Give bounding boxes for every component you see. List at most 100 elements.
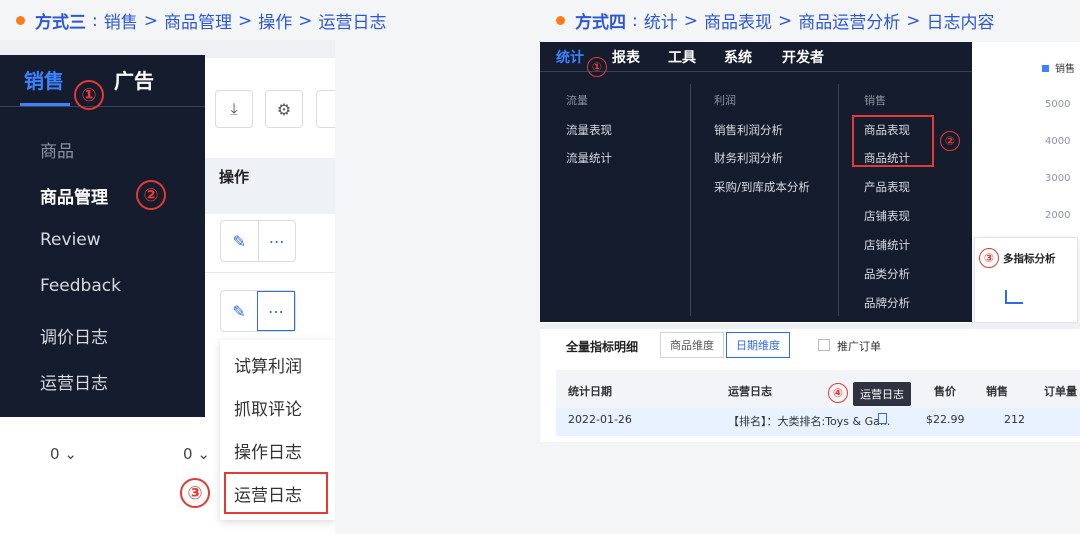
value-cell: 0 ⌄ bbox=[50, 445, 77, 463]
chevron-down-icon[interactable]: ⌄ bbox=[64, 445, 77, 463]
y-tick: 3000 bbox=[1045, 173, 1071, 184]
menu-link[interactable]: 品类分析 bbox=[864, 266, 910, 282]
method-label: 方式三 bbox=[35, 13, 86, 33]
column-title: 流量 bbox=[566, 94, 588, 107]
row-divider bbox=[205, 272, 335, 273]
zero-value: 0 bbox=[183, 445, 193, 463]
toolbar-button[interactable] bbox=[316, 90, 335, 128]
left-method-heading: 方式三: 销售 > 商品管理 > 操作 > 运营日志 bbox=[16, 8, 386, 33]
path-separator: > bbox=[143, 10, 158, 31]
colon: : bbox=[92, 10, 98, 31]
y-tick: 2000 bbox=[1045, 210, 1071, 221]
step-marker-1: ① bbox=[74, 80, 104, 110]
menu-link[interactable]: 店铺统计 bbox=[864, 237, 910, 253]
left-screenshot: ⤓ ⚙ 操作 ✎ ⋯ ✎ ⋯ 0 ⌄ 0 ⌄ 销售 广告 商品 商品管理 Revie… bbox=[0, 40, 335, 534]
path-step: 销售 bbox=[103, 13, 138, 33]
menu-link[interactable]: 流量统计 bbox=[566, 150, 612, 166]
y-tick: 5000 bbox=[1045, 99, 1071, 110]
menu-link[interactable]: 流量表现 bbox=[566, 122, 612, 138]
tab-sales[interactable]: 销售 bbox=[24, 65, 64, 94]
download-icon[interactable]: ⤓ bbox=[215, 90, 253, 128]
menu-link[interactable]: 店铺表现 bbox=[864, 208, 910, 224]
path-separator: > bbox=[237, 10, 253, 31]
col-price[interactable]: 售价 bbox=[934, 383, 956, 399]
path-step: 商品表现 bbox=[703, 13, 772, 33]
edit-icon[interactable]: ✎ bbox=[221, 221, 258, 261]
menu-link[interactable]: 采购/到库成本分析 bbox=[714, 179, 810, 195]
right-screenshot: 5000 4000 3000 2000 销售 统计 报表 工具 系统 开发者 流… bbox=[540, 42, 1080, 442]
col-sales[interactable]: 销售 bbox=[986, 383, 1008, 399]
step-marker-4: ④ bbox=[828, 383, 848, 403]
menu-item-price-log[interactable]: 调价日志 bbox=[40, 323, 108, 348]
menu-item-product-management[interactable]: 商品管理 bbox=[40, 183, 108, 208]
col-orders[interactable]: 订单量 bbox=[1044, 383, 1077, 399]
menu-item-feedback[interactable]: Feedback bbox=[40, 276, 121, 296]
menu-link[interactable]: 销售利润分析 bbox=[714, 122, 783, 138]
menu-link[interactable]: 产品表现 bbox=[864, 179, 910, 195]
nav-developer[interactable]: 开发者 bbox=[782, 47, 824, 67]
promo-checkbox-label: 推广订单 bbox=[837, 340, 881, 353]
nav-system[interactable]: 系统 bbox=[724, 47, 752, 67]
path-separator: > bbox=[777, 10, 793, 31]
cell-sales: 212 bbox=[1004, 413, 1025, 426]
column-title: 利润 bbox=[714, 94, 736, 107]
sales-menu: 销售 广告 商品 商品管理 Review Feedback 调价日志 运营日志 bbox=[0, 55, 205, 417]
more-icon[interactable]: ⋯ bbox=[257, 221, 296, 261]
column-header-actions: 操作 bbox=[205, 158, 335, 214]
multi-metric-label[interactable]: 多指标分析 bbox=[1003, 251, 1056, 266]
path-separator: > bbox=[906, 10, 921, 31]
menu-link[interactable]: 财务利润分析 bbox=[714, 150, 783, 166]
bullet-dot-icon bbox=[556, 16, 565, 25]
edit-icon[interactable]: ✎ bbox=[221, 291, 257, 331]
path-separator: > bbox=[683, 10, 698, 31]
step-marker-3: ③ bbox=[180, 478, 210, 508]
path-step: 运营日志 bbox=[318, 13, 387, 33]
dropdown-item-op-log[interactable]: 操作日志 bbox=[234, 438, 302, 463]
nav-stats[interactable]: 统计 bbox=[556, 47, 584, 67]
legend-label: 销售 bbox=[1055, 64, 1075, 75]
log-doc-icon[interactable] bbox=[878, 413, 887, 424]
value-cell: 0 ⌄ bbox=[183, 445, 210, 463]
column-divider bbox=[690, 84, 691, 316]
y-tick: 4000 bbox=[1045, 136, 1071, 147]
step-marker-3: ③ bbox=[979, 248, 999, 268]
cell-price: $22.99 bbox=[926, 413, 965, 426]
chevron-down-icon[interactable]: ⌄ bbox=[197, 445, 210, 463]
nav-tools[interactable]: 工具 bbox=[668, 47, 696, 67]
col-ops-log: 运营日志 bbox=[728, 385, 772, 398]
dropdown-item-reviews[interactable]: 抓取评论 bbox=[234, 395, 302, 420]
path-separator: > bbox=[298, 10, 313, 31]
chart-legend: 销售 bbox=[1042, 60, 1075, 75]
segment-date[interactable]: 日期维度 bbox=[726, 332, 790, 358]
right-method-heading: 方式四: 统计 > 商品表现 > 商品运营分析 > 日志内容 bbox=[556, 8, 994, 33]
path-step: 日志内容 bbox=[926, 13, 995, 33]
section-divider bbox=[540, 323, 1080, 329]
stats-mega-menu: 统计 报表 工具 系统 开发者 流量 流量表现 流量统计 利润 销售利润分析 财… bbox=[540, 42, 972, 322]
line-chart-icon[interactable] bbox=[1005, 290, 1023, 304]
col-date[interactable]: 统计日期 bbox=[568, 383, 612, 399]
segment-product[interactable]: 商品维度 bbox=[660, 332, 724, 358]
path-step: 商品运营分析 bbox=[798, 13, 901, 33]
step-marker-2: ② bbox=[940, 131, 960, 151]
path-step: 统计 bbox=[643, 13, 678, 33]
gear-icon[interactable]: ⚙ bbox=[265, 90, 303, 128]
highlight-box bbox=[224, 472, 328, 514]
multi-metric-popup: ③ 多指标分析 bbox=[974, 237, 1078, 323]
nav-reports[interactable]: 报表 bbox=[612, 47, 640, 67]
ops-log-tooltip: 运营日志 bbox=[853, 382, 911, 406]
colon: : bbox=[632, 10, 638, 31]
column-divider bbox=[838, 84, 839, 316]
menu-item-ops-log[interactable]: 运营日志 bbox=[40, 369, 108, 394]
menu-link[interactable]: 品牌分析 bbox=[864, 295, 910, 311]
more-icon[interactable]: ⋯ bbox=[257, 291, 295, 331]
menu-item-review[interactable]: Review bbox=[40, 230, 101, 250]
step-marker-1: ① bbox=[587, 57, 607, 77]
bullet-dot-icon bbox=[16, 16, 25, 25]
promo-checkbox[interactable] bbox=[818, 339, 830, 351]
row-actions: ✎ ⋯ bbox=[220, 290, 296, 332]
tab-ads[interactable]: 广告 bbox=[114, 65, 154, 94]
dropdown-item-profit[interactable]: 试算利润 bbox=[234, 352, 302, 377]
zero-value: 0 bbox=[50, 445, 60, 463]
menu-item-product[interactable]: 商品 bbox=[40, 137, 74, 162]
section-title: 全量指标明细 bbox=[566, 340, 639, 354]
